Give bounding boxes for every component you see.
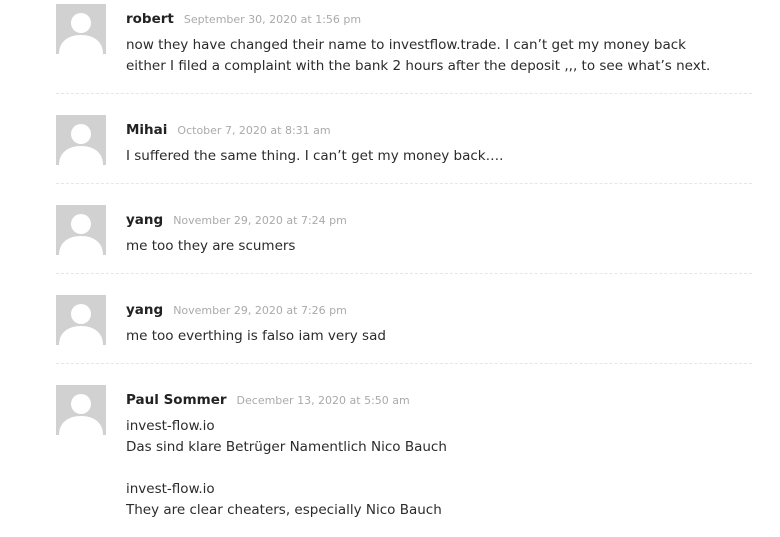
default-avatar-icon [56,295,106,345]
comment-line: either I filed a complaint with the bank… [126,58,711,74]
comment-paragraph: me too they are scumers [126,236,752,257]
comment-meta: Paul Sommer December 13, 2020 at 5:50 am [126,389,410,408]
comment-line: now they have changed their name to inve… [126,37,686,53]
comment-date[interactable]: October 7, 2020 at 8:31 am [177,124,330,137]
comment-text: me too everthing is falso iam very sad [126,326,752,347]
comment-line: I suffered the same thing. I can’t get m… [126,148,504,164]
comment-date[interactable]: November 29, 2020 at 7:24 pm [173,214,347,227]
default-avatar-icon [56,205,106,255]
comment-date[interactable]: November 29, 2020 at 7:26 pm [173,304,347,317]
comment-divider [56,363,752,364]
comment-meta: yang November 29, 2020 at 7:26 pm [126,299,347,318]
comment-author[interactable]: Paul Sommer [126,392,227,408]
comment-paragraph: invest-flow.io They are clear cheaters, … [126,479,752,521]
default-avatar-icon [56,385,106,435]
default-avatar-icon [56,4,106,54]
comment-text: me too they are scumers [126,236,752,257]
default-avatar-icon [56,115,106,165]
comment-date[interactable]: September 30, 2020 at 1:56 pm [184,13,361,26]
comment-paragraph: now they have changed their name to inve… [126,35,752,77]
comment-author[interactable]: yang [126,212,163,228]
comment-author[interactable]: Mihai [126,122,167,138]
comment-author[interactable]: yang [126,302,163,318]
comment-divider [56,183,752,184]
comment-line: me too everthing is falso iam very sad [126,328,386,344]
comment-date[interactable]: December 13, 2020 at 5:50 am [237,394,410,407]
comment-paragraph: I suffered the same thing. I can’t get m… [126,146,752,167]
comment-line: invest-flow.io [126,481,215,497]
comment-line: They are clear cheaters, especially Nico… [126,502,442,518]
comment-divider [56,93,752,94]
comment-meta: robert September 30, 2020 at 1:56 pm [126,8,361,27]
comment-divider [56,273,752,274]
comment-line: Das sind klare Betrüger Namentlich Nico … [126,439,447,455]
comment-author[interactable]: robert [126,11,174,27]
comment-text: now they have changed their name to inve… [126,35,752,77]
comment-text: I suffered the same thing. I can’t get m… [126,146,752,167]
comment-text: invest-flow.io Das sind klare Betrüger N… [126,416,752,521]
comment-line: invest-flow.io [126,418,215,434]
comment-meta: yang November 29, 2020 at 7:24 pm [126,209,347,228]
comment-paragraph: invest-flow.io Das sind klare Betrüger N… [126,416,752,458]
comment-paragraph: me too everthing is falso iam very sad [126,326,752,347]
comment-meta: Mihai October 7, 2020 at 8:31 am [126,119,331,138]
comment-line: me too they are scumers [126,238,296,254]
